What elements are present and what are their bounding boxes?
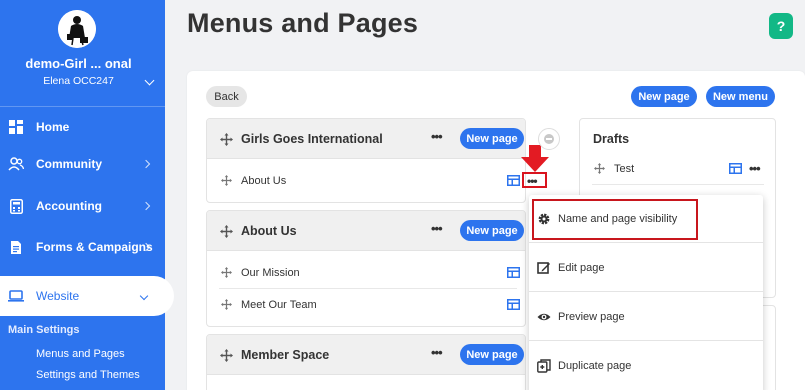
new-menu-button[interactable]: New menu: [706, 86, 775, 107]
org-user[interactable]: Elena OCC247: [0, 75, 157, 87]
sidebar-item-forms-campaigns[interactable]: Forms & Campaigns: [0, 230, 165, 264]
layout-icon: [507, 267, 520, 278]
chevron-right-icon: [141, 159, 151, 169]
eye-icon: [537, 313, 551, 321]
menu-item-preview-page[interactable]: Preview page: [529, 293, 763, 341]
page-label[interactable]: Test: [614, 163, 634, 175]
menu-group: Girls Goes International ••• New page Ab…: [206, 118, 526, 203]
menu-group: About Us ••• New page Our Mission Meet O…: [206, 210, 526, 327]
drafts-title: Drafts: [593, 132, 630, 146]
move-icon[interactable]: [220, 225, 233, 238]
laptop-icon: [8, 288, 24, 304]
sidebar-item-label: Forms & Campaigns: [36, 240, 153, 254]
submenu-item-settings-themes[interactable]: Settings and Themes: [36, 369, 140, 381]
sidebar-item-label: Accounting: [36, 199, 102, 213]
menu-item-label: Duplicate page: [558, 360, 632, 372]
menu-group-header: About Us ••• New page: [207, 211, 525, 251]
sidebar-divider: [0, 106, 165, 107]
new-page-button[interactable]: New page: [460, 344, 524, 365]
layout-icon: [507, 299, 520, 310]
sidebar-item-label: Home: [36, 120, 70, 134]
move-icon[interactable]: [221, 175, 232, 186]
page-row[interactable]: Our Mission: [219, 257, 520, 289]
collapse-button[interactable]: [538, 128, 560, 150]
highlight-box: [522, 172, 547, 188]
menu-group-header: Girls Goes International ••• New page: [207, 119, 525, 159]
menu-group: Member Space ••• New page: [206, 334, 526, 390]
back-button[interactable]: Back: [206, 86, 247, 107]
page-label[interactable]: Meet Our Team: [241, 299, 317, 311]
sidebar-item-accounting[interactable]: Accounting: [0, 189, 165, 223]
help-button[interactable]: ?: [769, 13, 793, 39]
org-logo[interactable]: [58, 10, 96, 48]
menu-item-label: Preview page: [558, 311, 625, 323]
more-options-icon[interactable]: •••: [749, 162, 761, 175]
menu-title[interactable]: Member Space: [241, 348, 329, 362]
org-name[interactable]: demo-Girl ... onal: [0, 56, 157, 71]
duplicate-icon: [537, 359, 551, 373]
chevron-right-icon: [141, 201, 151, 211]
highlight-box: [532, 199, 698, 240]
edit-icon: [537, 262, 550, 274]
submenu-item-menus-pages[interactable]: Menus and Pages: [36, 348, 125, 360]
move-icon[interactable]: [594, 163, 605, 174]
new-page-button[interactable]: New page: [631, 86, 697, 107]
page-title: Menus and Pages: [187, 8, 419, 38]
move-icon[interactable]: [220, 133, 233, 146]
users-icon: [8, 156, 24, 172]
page-label[interactable]: About Us: [241, 175, 286, 187]
page-row[interactable]: Meet Our Team: [219, 289, 520, 321]
sidebar-item-label: Community: [36, 157, 102, 171]
sidebar-item-home[interactable]: Home: [0, 110, 165, 144]
menu-item-edit-page[interactable]: Edit page: [529, 244, 763, 292]
layout-icon: [729, 163, 742, 174]
move-icon[interactable]: [220, 349, 233, 362]
more-options-icon[interactable]: •••: [431, 222, 443, 235]
move-icon[interactable]: [221, 299, 232, 310]
menu-group-header: Member Space ••• New page: [207, 335, 525, 375]
more-options-icon[interactable]: •••: [431, 130, 443, 143]
new-page-button[interactable]: New page: [460, 220, 524, 241]
new-page-button[interactable]: New page: [460, 128, 524, 149]
page-row[interactable]: About Us: [219, 165, 517, 197]
draft-row[interactable]: Test •••: [592, 153, 764, 185]
chevron-down-icon: [139, 291, 149, 301]
move-icon[interactable]: [221, 267, 232, 278]
home-icon: [8, 119, 24, 135]
page-label[interactable]: Our Mission: [241, 267, 300, 279]
document-icon: [8, 239, 24, 255]
menu-item-label: Edit page: [558, 262, 605, 274]
menu-title[interactable]: About Us: [241, 224, 297, 238]
menu-item-duplicate-page[interactable]: Duplicate page: [529, 342, 763, 390]
submenu-title: Main Settings: [8, 324, 80, 336]
sidebar-item-website[interactable]: Website: [0, 276, 174, 316]
sidebar-item-label: Website: [36, 289, 80, 303]
calculator-icon: [8, 198, 24, 214]
menu-title[interactable]: Girls Goes International: [241, 132, 383, 146]
sidebar: demo-Girl ... onal Elena OCC247 Home Com…: [0, 0, 174, 390]
more-options-icon[interactable]: •••: [431, 346, 443, 359]
sidebar-item-community[interactable]: Community: [0, 147, 165, 181]
layout-icon: [507, 175, 520, 186]
